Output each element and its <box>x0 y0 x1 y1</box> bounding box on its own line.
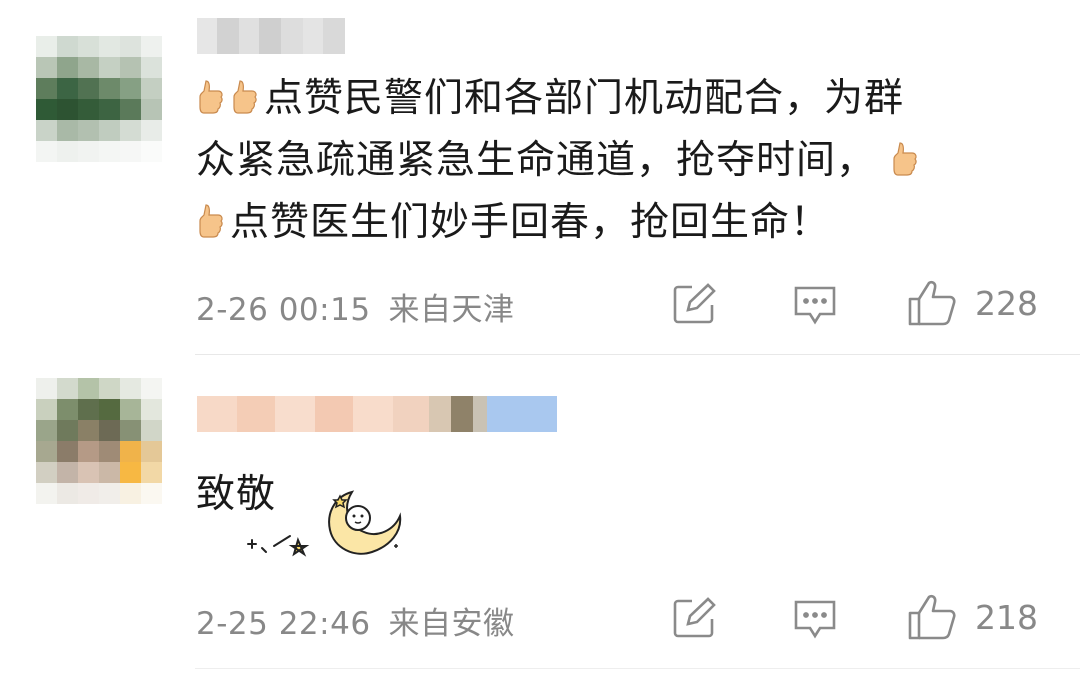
avatar[interactable] <box>36 378 162 504</box>
username-blurred[interactable] <box>197 18 345 54</box>
username-blurred[interactable] <box>197 396 557 432</box>
comment-location: 来自安徽 <box>388 606 515 642</box>
like-count: 218 <box>975 598 1038 637</box>
comment-location: 来自天津 <box>388 292 515 328</box>
thumbs-up-emoji-icon <box>230 72 260 114</box>
comment-text: 点赞民警们和各部门机动配合，为群 众紧急疏通紧急生命通道，抢夺时间， 点赞医生们… <box>196 68 1056 254</box>
comment-date: 2-25 22:46 <box>196 606 371 642</box>
moon-sticker-icon <box>240 486 410 566</box>
avatar[interactable] <box>36 36 162 162</box>
like-count: 228 <box>975 284 1038 323</box>
comment-meta: 2-25 22:46 来自安徽 <box>196 598 515 643</box>
edit-icon[interactable] <box>672 283 718 325</box>
comment-icon[interactable] <box>792 598 838 640</box>
thumbs-up-emoji-icon <box>196 72 226 114</box>
divider <box>195 668 1080 669</box>
like-icon[interactable] <box>907 593 957 641</box>
thumbs-up-emoji-icon <box>196 196 226 238</box>
comment-date: 2-26 00:15 <box>196 292 371 328</box>
comment-line-1: 点赞民警们和各部门机动配合，为群 <box>264 76 905 121</box>
comment-1: 点赞民警们和各部门机动配合，为群 众紧急疏通紧急生命通道，抢夺时间， 点赞医生们… <box>0 0 1080 355</box>
edit-icon[interactable] <box>672 597 718 639</box>
like-icon[interactable] <box>907 279 957 327</box>
thumbs-up-emoji-icon <box>890 134 920 176</box>
comment-line-3: 点赞医生们妙手回春，抢回生命！ <box>230 200 831 245</box>
divider <box>195 354 1080 355</box>
comment-icon[interactable] <box>792 284 838 326</box>
comment-line-2: 众紧急疏通紧急生命通道，抢夺时间， <box>196 138 877 183</box>
comment-2: 致敬 2-25 22:46 来自安徽 218 <box>0 356 1080 677</box>
comment-meta: 2-26 00:15 来自天津 <box>196 284 515 329</box>
